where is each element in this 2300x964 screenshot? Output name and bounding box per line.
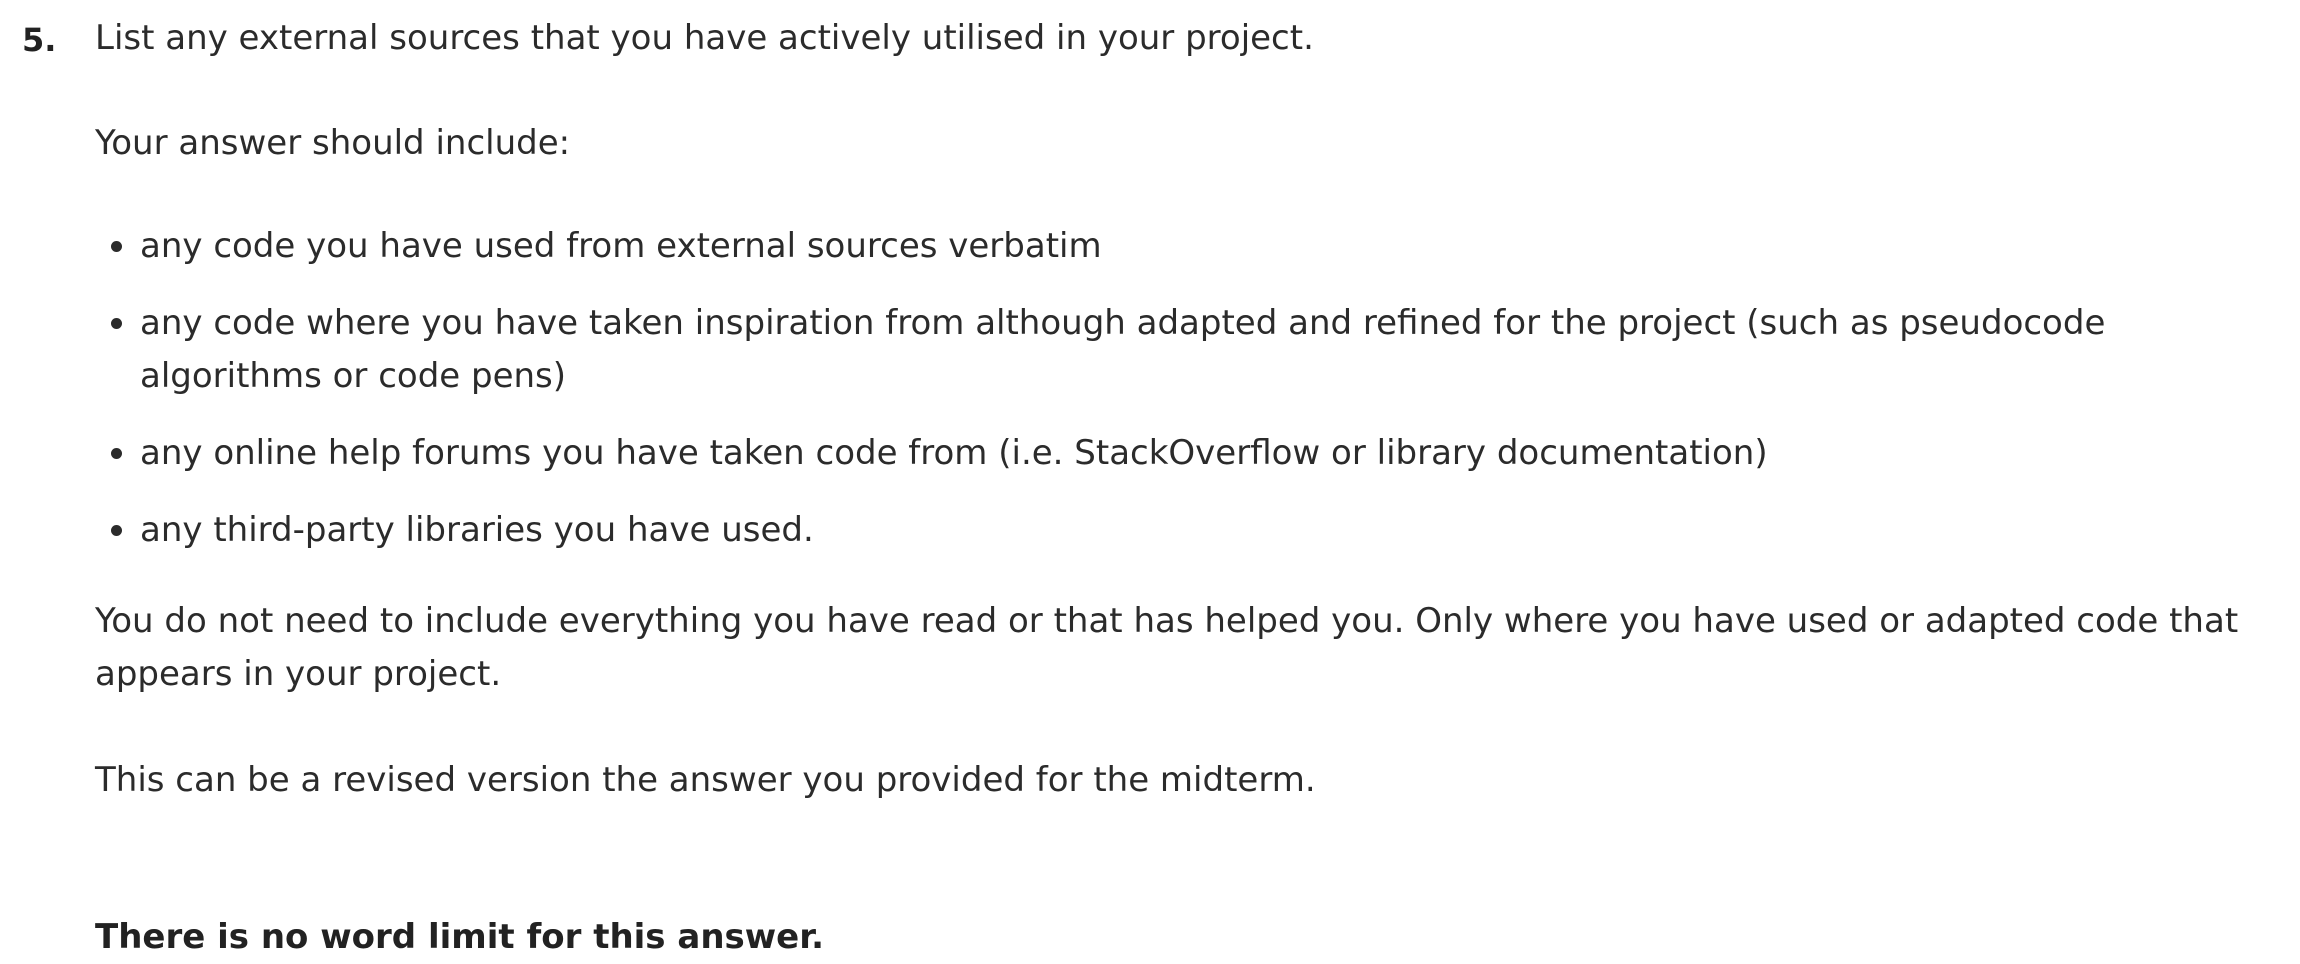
revision-note: This can be a revised version the answer…	[95, 760, 1316, 800]
criteria-text: any third-party libraries you have used.	[140, 510, 814, 550]
scope-note: You do not need to include everything yo…	[95, 601, 2239, 694]
criteria-text: any code where you have taken inspiratio…	[140, 303, 2106, 396]
word-limit-note: There is no word limit for this answer.	[95, 917, 825, 957]
criteria-item: any code you have used from external sou…	[111, 220, 2285, 273]
criteria-text: any online help forums you have taken co…	[140, 433, 1768, 473]
bullet-icon	[111, 318, 122, 329]
criteria-item: any code where you have taken inspiratio…	[111, 297, 2285, 403]
bullet-icon	[111, 525, 122, 536]
question-body: List any external sources that you have …	[95, 12, 2285, 964]
answer-intro: Your answer should include:	[95, 123, 571, 163]
question-prompt: List any external sources that you have …	[95, 18, 1314, 58]
question-number: 5.	[22, 21, 57, 59]
criteria-item: any third-party libraries you have used.	[111, 504, 2285, 557]
criteria-item: any online help forums you have taken co…	[111, 427, 2285, 480]
bullet-icon	[111, 241, 122, 252]
bullet-icon	[111, 448, 122, 459]
criteria-list: any code you have used from external sou…	[95, 220, 2285, 557]
question-block: 5. List any external sources that you ha…	[0, 0, 2300, 957]
criteria-text: any code you have used from external sou…	[140, 226, 1102, 266]
